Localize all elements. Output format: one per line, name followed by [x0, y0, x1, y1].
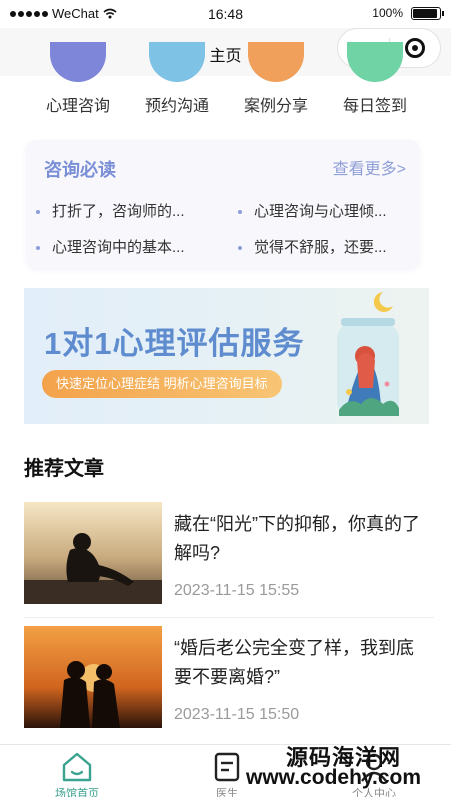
notice-item-text: 心理咨询中的基本...: [52, 239, 185, 256]
tab-label: 场馆首页: [55, 788, 99, 797]
notice-item[interactable]: 觉得不舒服，还要...: [238, 236, 418, 257]
bullet-icon: [238, 210, 242, 215]
watermark-url: www.codehy.com: [246, 766, 422, 789]
quick-actions: 心理咨询 预约沟通 案例分享 每日签到: [0, 42, 451, 124]
tab-home[interactable]: 场馆首页: [2, 745, 152, 797]
quick-action-cases[interactable]: 案例分享: [226, 42, 326, 124]
article-time: 2023-11-15 15:55: [174, 582, 300, 599]
quick-action-label: 心理咨询: [45, 98, 110, 115]
notice-item[interactable]: 心理咨询与心理倾...: [238, 200, 418, 221]
target-close-icon: [404, 38, 425, 58]
notice-item[interactable]: 心理咨询中的基本...: [36, 236, 216, 257]
site-watermark: 源码海洋网 www.codehy.com: [246, 738, 451, 797]
notice-item-text: 心理咨询与心理倾...: [254, 203, 387, 220]
article-item[interactable]: “婚后老公完全变了样，我到底要不要离婚?” 2023-11-15 15:50: [24, 626, 434, 728]
notice-card: 咨询必读 查看更多> 打折了，咨询师的... 心理咨询与心理倾... 心理咨询中…: [26, 140, 420, 268]
assessment-banner[interactable]: 1对1心理评估服务 快速定位心理症结 明析心理咨询目标: [24, 288, 429, 424]
consult-icon: [50, 42, 106, 82]
banner-title: 1对1心理评估服务: [44, 326, 305, 361]
quick-action-label: 案例分享: [243, 98, 308, 115]
notice-item-text: 打折了，咨询师的...: [52, 203, 185, 220]
article-divider: [24, 617, 434, 618]
quick-action-label: 每日签到: [342, 98, 407, 115]
article-title: 藏在“阳光”下的抑郁，你真的了解吗?: [174, 514, 420, 563]
article-time: 2023-11-15 15:50: [174, 706, 300, 723]
quick-action-consult[interactable]: 心理咨询: [28, 42, 128, 124]
home-icon: [62, 752, 92, 782]
banner-subtitle: 快速定位心理症结 明析心理咨询目标: [42, 370, 282, 398]
article-item[interactable]: 藏在“阳光”下的抑郁，你真的了解吗? 2023-11-15 15:55: [24, 502, 434, 604]
checkin-icon: [347, 42, 403, 82]
status-bar: WeChat 16:48 100%: [0, 0, 451, 28]
battery-percent: 100%: [372, 6, 403, 20]
quick-action-label: 预约沟通: [144, 98, 209, 115]
section-title-recommend: 推荐文章: [24, 458, 104, 480]
jar-illustration-icon: [337, 292, 399, 416]
notice-more-link[interactable]: 查看更多>: [333, 155, 406, 179]
bullet-icon: [238, 246, 242, 251]
quick-action-appointment[interactable]: 预约沟通: [127, 42, 227, 124]
notice-title: 咨询必读: [44, 160, 116, 180]
bullet-icon: [36, 246, 40, 251]
article-title: “婚后老公完全变了样，我到底要不要离婚?”: [174, 638, 414, 687]
notice-item[interactable]: 打折了，咨询师的...: [36, 200, 216, 221]
appointment-icon: [149, 42, 205, 82]
document-icon: [214, 752, 240, 782]
notice-item-text: 觉得不舒服，还要...: [254, 239, 387, 256]
bullet-icon: [36, 210, 40, 215]
article-thumbnail: [24, 502, 162, 604]
battery-icon: [411, 6, 444, 20]
case-icon: [248, 42, 304, 82]
quick-action-checkin[interactable]: 每日签到: [325, 42, 425, 124]
article-thumbnail: [24, 626, 162, 728]
battery-status: 100%: [372, 6, 444, 20]
